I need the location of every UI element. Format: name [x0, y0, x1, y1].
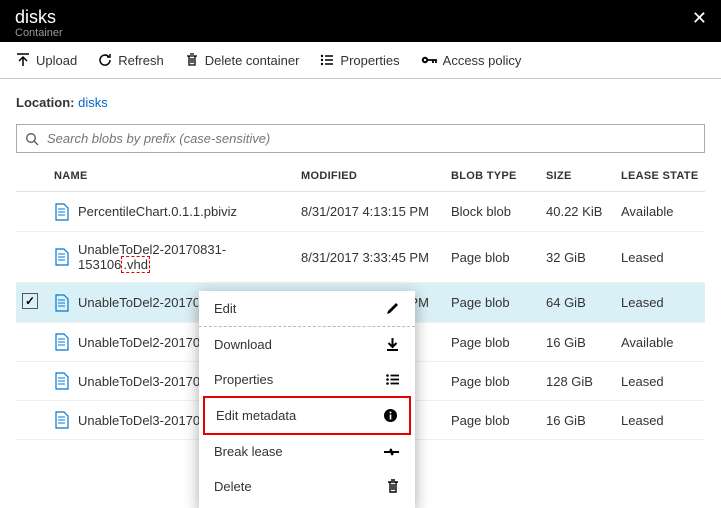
window-header: disks Container ✕: [0, 0, 721, 42]
cell-size: 64 GiB: [540, 283, 615, 323]
ctx-download[interactable]: Download: [199, 327, 415, 362]
close-icon[interactable]: ✕: [692, 8, 707, 29]
file-icon: [54, 203, 70, 221]
ctx-properties[interactable]: Properties: [199, 362, 415, 397]
ctx-edit[interactable]: Edit: [199, 291, 415, 327]
col-lease[interactable]: LEASE STATE: [615, 161, 705, 192]
cell-type: Page blob: [445, 401, 540, 440]
cell-lease: Leased: [615, 232, 705, 283]
cell-lease: Leased: [615, 401, 705, 440]
cell-type: Block blob: [445, 192, 540, 232]
cell-size: 40.22 KiB: [540, 192, 615, 232]
upload-icon: [15, 52, 31, 68]
cell-modified: 8/31/2017 4:13:15 PM: [295, 192, 445, 232]
cell-size: 128 GiB: [540, 362, 615, 401]
cell-size: 16 GiB: [540, 323, 615, 362]
ctx-edit-metadata[interactable]: Edit metadata: [203, 396, 411, 435]
refresh-label: Refresh: [118, 53, 164, 68]
refresh-button[interactable]: Refresh: [97, 52, 164, 68]
location-link[interactable]: disks: [78, 95, 108, 110]
properties-icon: [319, 52, 335, 68]
upload-label: Upload: [36, 53, 77, 68]
file-icon: [54, 411, 70, 429]
blob-name: UnableToDel3-20170: [78, 413, 200, 428]
col-blobtype[interactable]: BLOB TYPE: [445, 161, 540, 192]
search-input[interactable]: [47, 131, 696, 146]
blob-name: PercentileChart.0.1.1.pbiviz: [78, 204, 237, 219]
page-title: disks: [15, 8, 706, 26]
search-input-wrap[interactable]: [16, 124, 705, 153]
list-icon: [385, 372, 400, 387]
access-policy-label: Access policy: [443, 53, 522, 68]
toolbar: Upload Refresh Delete container Properti…: [0, 42, 721, 79]
context-menu: Edit Download Properties Edit metadata B…: [199, 291, 415, 508]
cell-modified: 8/31/2017 3:33:45 PM: [295, 232, 445, 283]
cell-lease: Available: [615, 192, 705, 232]
ctx-properties-label: Properties: [214, 372, 273, 387]
ctx-edit-label: Edit: [214, 301, 236, 316]
location-label: Location:: [16, 95, 75, 110]
cell-type: Page blob: [445, 323, 540, 362]
trash-icon: [184, 52, 200, 68]
cell-type: Page blob: [445, 283, 540, 323]
pencil-icon: [385, 301, 400, 316]
row-checkbox[interactable]: [22, 293, 38, 309]
breadcrumb: Location: disks: [16, 95, 705, 110]
col-modified[interactable]: MODIFIED: [295, 161, 445, 192]
info-icon: [383, 408, 398, 423]
ctx-delete[interactable]: Delete: [199, 469, 415, 504]
blob-name: UnableToDel2-20170831-153106: [78, 242, 226, 272]
cell-type: Page blob: [445, 362, 540, 401]
cell-lease: Leased: [615, 283, 705, 323]
trash-icon: [386, 479, 400, 494]
file-icon: [54, 294, 70, 312]
table-header-row: NAME MODIFIED BLOB TYPE SIZE LEASE STATE: [16, 161, 705, 192]
ctx-break-lease[interactable]: Break lease: [199, 434, 415, 469]
file-icon: [54, 333, 70, 351]
access-policy-button[interactable]: Access policy: [420, 52, 522, 68]
blob-name: UnableToDel2-20170831-153253.vhd: [78, 295, 198, 310]
cell-size: 32 GiB: [540, 232, 615, 283]
blob-name-ext-highlight: .vhd: [121, 256, 150, 273]
break-icon: [383, 446, 400, 458]
ctx-breaklease-label: Break lease: [214, 444, 283, 459]
file-icon: [54, 248, 70, 266]
refresh-icon: [97, 52, 113, 68]
col-name[interactable]: NAME: [48, 161, 295, 192]
cell-size: 16 GiB: [540, 401, 615, 440]
file-icon: [54, 372, 70, 390]
blob-name: UnableToDel3-20170: [78, 374, 200, 389]
cell-lease: Leased: [615, 362, 705, 401]
ctx-metadata-label: Edit metadata: [216, 408, 296, 423]
table-row[interactable]: PercentileChart.0.1.1.pbiviz 8/31/2017 4…: [16, 192, 705, 232]
properties-label: Properties: [340, 53, 399, 68]
key-icon: [420, 52, 438, 68]
properties-button[interactable]: Properties: [319, 52, 399, 68]
upload-button[interactable]: Upload: [15, 52, 77, 68]
delete-container-label: Delete container: [205, 53, 300, 68]
ctx-download-label: Download: [214, 337, 272, 352]
ctx-delete-label: Delete: [214, 479, 252, 494]
page-subtitle: Container: [15, 27, 706, 39]
blob-name: UnableToDel2-20170: [78, 335, 200, 350]
col-size[interactable]: SIZE: [540, 161, 615, 192]
search-icon: [25, 132, 39, 146]
cell-type: Page blob: [445, 232, 540, 283]
delete-container-button[interactable]: Delete container: [184, 52, 300, 68]
download-icon: [385, 337, 400, 352]
table-row[interactable]: UnableToDel2-20170831-153106.vhd 8/31/20…: [16, 232, 705, 283]
cell-lease: Available: [615, 323, 705, 362]
